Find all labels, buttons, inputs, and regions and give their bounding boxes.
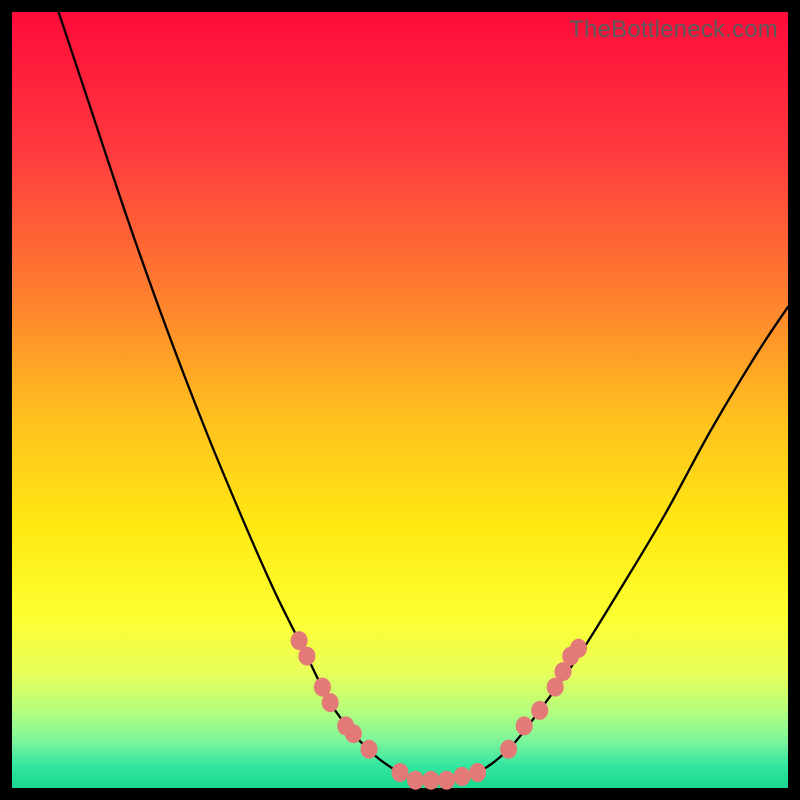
plot-area: TheBottleneck.com bbox=[12, 12, 788, 788]
data-point bbox=[361, 740, 377, 758]
bottleneck-curve bbox=[59, 12, 788, 781]
data-point bbox=[532, 701, 548, 719]
data-point bbox=[322, 694, 338, 712]
data-point bbox=[516, 717, 532, 735]
data-point bbox=[392, 764, 408, 782]
data-point bbox=[439, 771, 455, 789]
data-point bbox=[501, 740, 517, 758]
data-point bbox=[345, 725, 361, 743]
data-point bbox=[454, 767, 470, 785]
chart-frame: TheBottleneck.com bbox=[0, 0, 800, 800]
data-point bbox=[423, 771, 439, 789]
data-point bbox=[408, 771, 424, 789]
data-point bbox=[299, 647, 315, 665]
curve-svg bbox=[12, 12, 788, 788]
data-point bbox=[470, 764, 486, 782]
data-point bbox=[571, 639, 587, 657]
